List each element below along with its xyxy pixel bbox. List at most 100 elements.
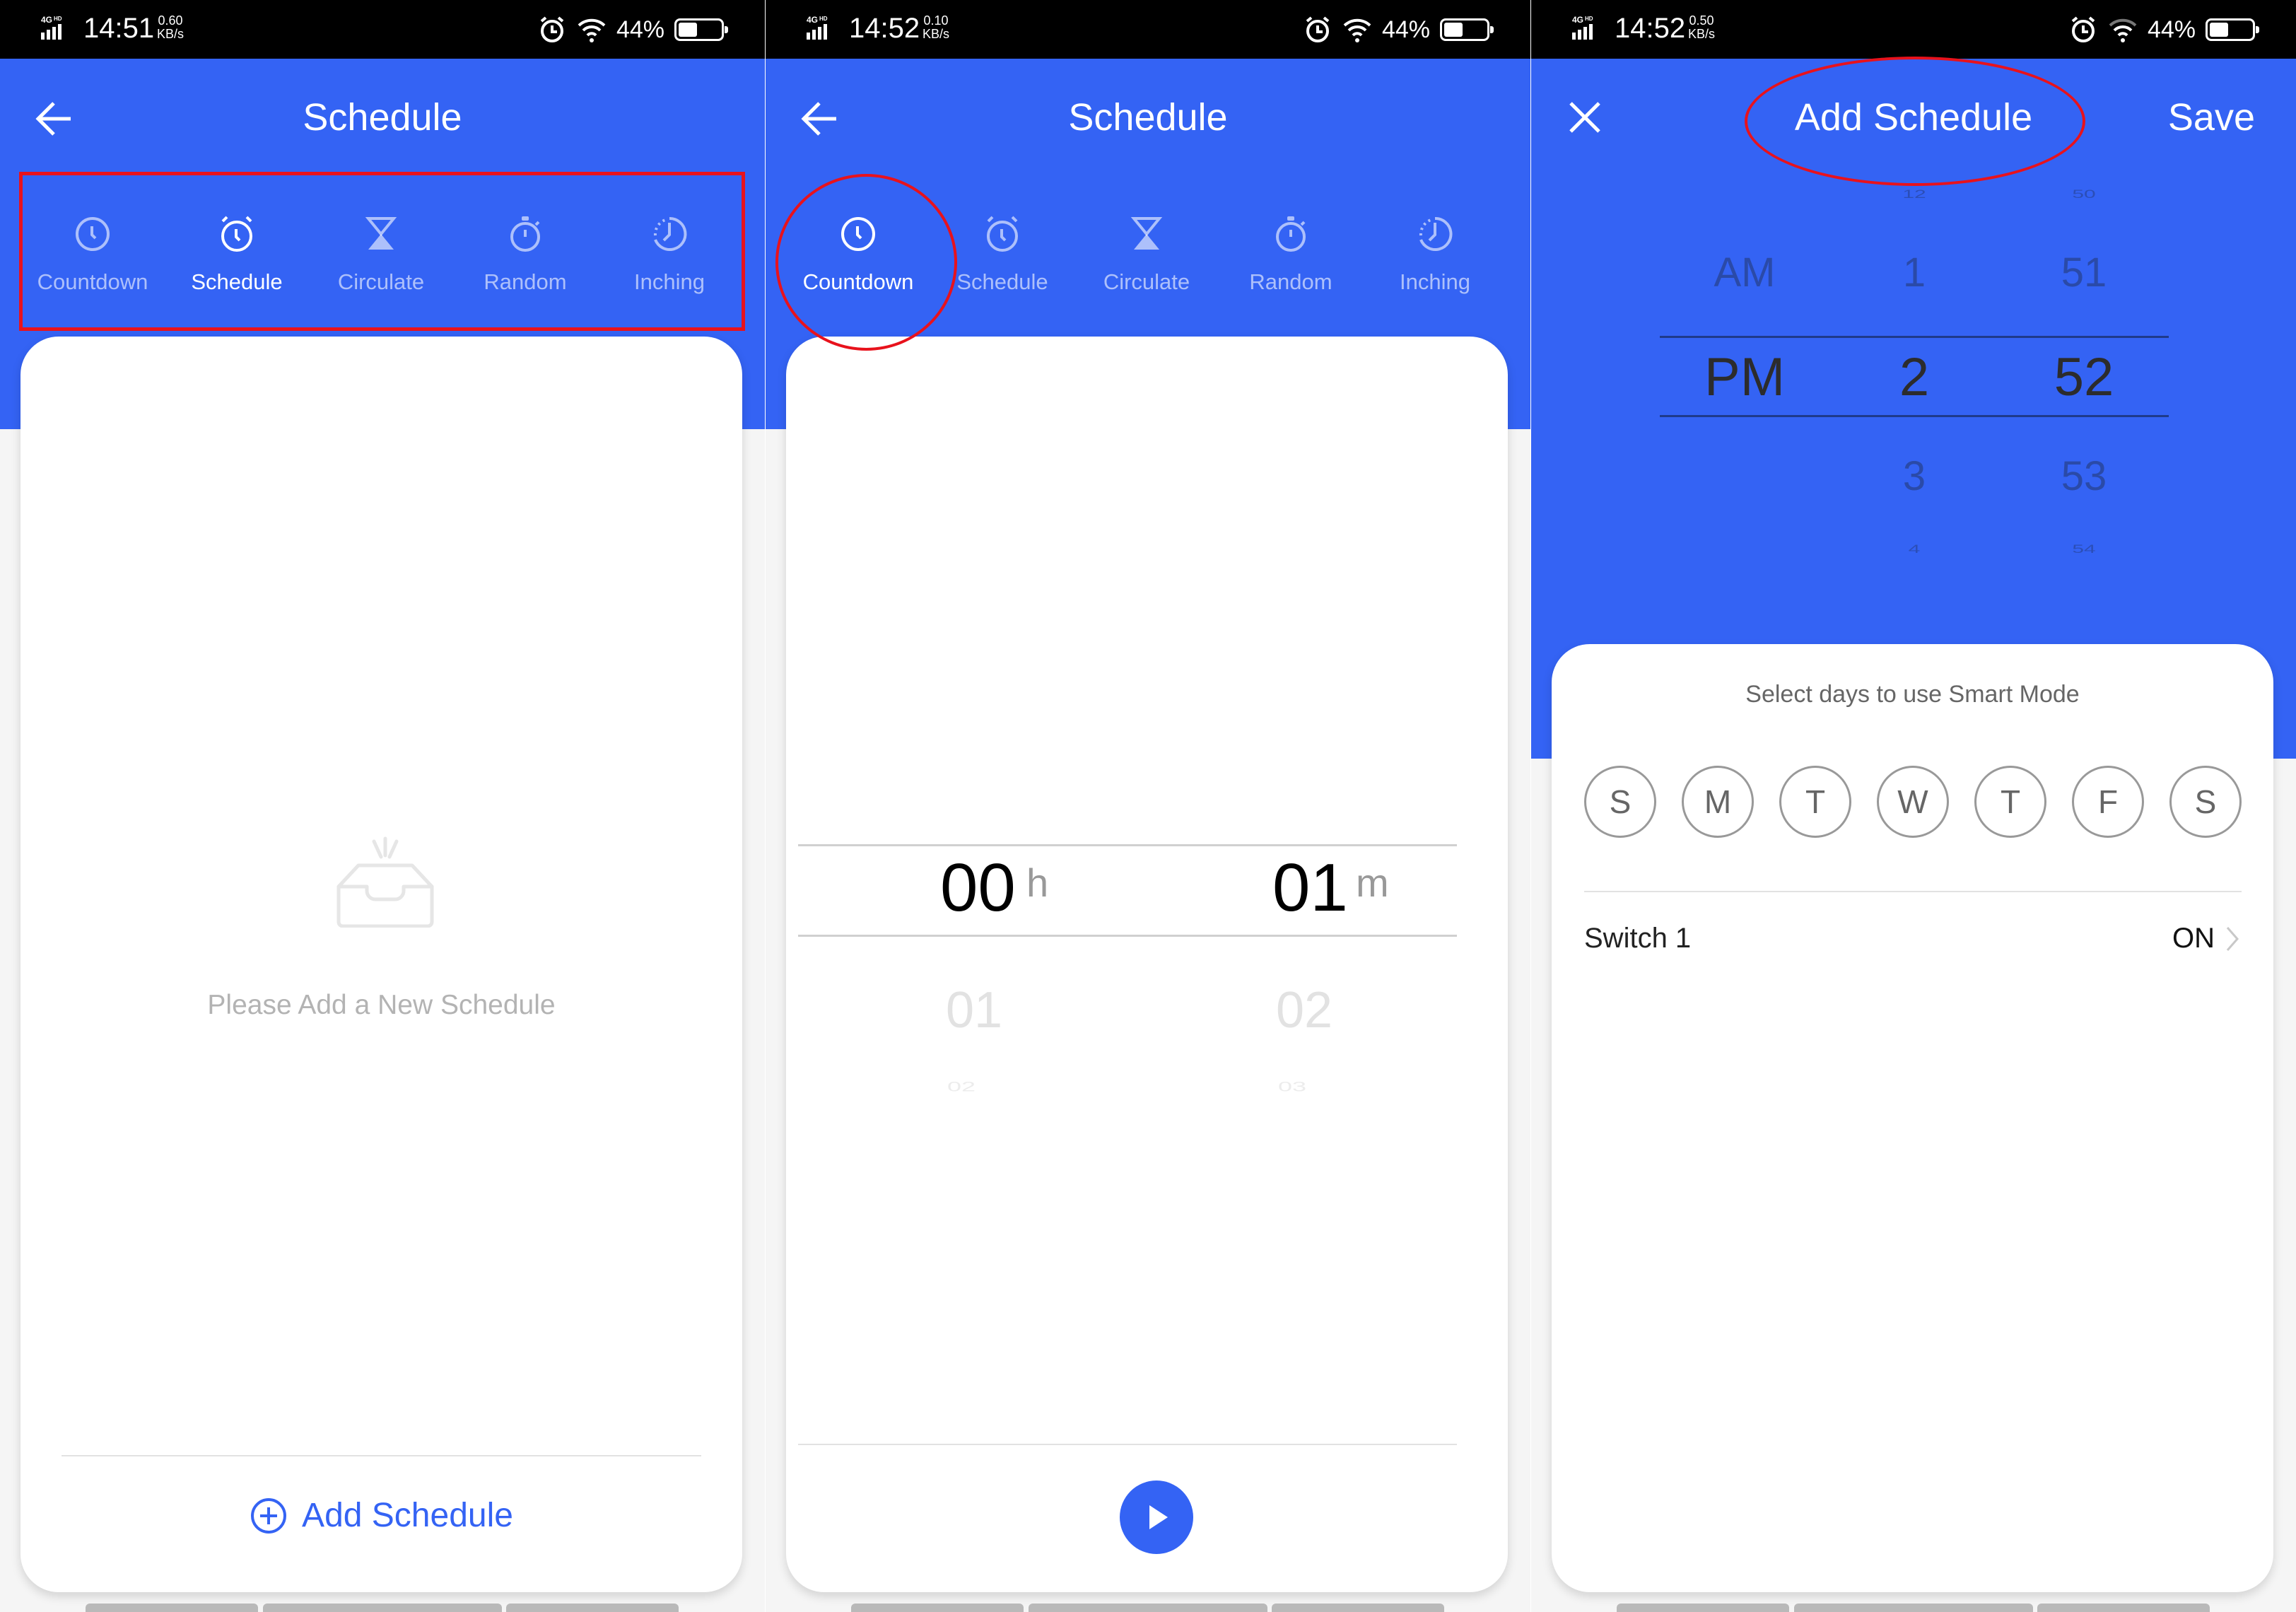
speed-value: 0.10 xyxy=(923,13,949,28)
signal-icon: 4G HD xyxy=(41,15,62,40)
page-title: Schedule xyxy=(303,96,462,139)
minute-next2: 54 xyxy=(2072,542,2096,556)
status-bar: 4G HD 14:52 0.50 KB/s 44% xyxy=(1531,0,2296,59)
empty-inbox-icon xyxy=(336,836,434,928)
status-right: 44% xyxy=(1303,13,1494,47)
minutes-selected: 01 xyxy=(1272,850,1348,925)
speed-value: 0.60 xyxy=(158,13,183,28)
hour-prev: 1 xyxy=(1902,250,1926,296)
status-bar: 4G HD 14:52 0.10 KB/s 44% xyxy=(766,0,1530,59)
speed-value: 0.50 xyxy=(1689,13,1714,28)
svg-text:HD: HD xyxy=(1585,16,1593,22)
add-schedule-button[interactable]: Add Schedule xyxy=(20,1496,742,1535)
battery-percent: 44% xyxy=(2147,16,2196,43)
card-divider xyxy=(798,1444,1457,1445)
day-sunday[interactable]: S xyxy=(1584,766,1656,838)
battery-icon xyxy=(674,18,728,41)
nav-bar-segment xyxy=(1617,1604,1789,1612)
day-monday[interactable]: M xyxy=(1682,766,1754,838)
battery-percent: 44% xyxy=(1381,16,1430,43)
speed-unit: KB/s xyxy=(157,27,184,41)
minute-next: 53 xyxy=(2061,453,2107,499)
battery-icon xyxy=(2206,18,2259,41)
tab-random[interactable]: Random xyxy=(1219,172,1363,331)
battery-fill xyxy=(2210,23,2228,37)
hours-unit: h xyxy=(1026,860,1049,905)
panel-countdown: 4G HD 14:52 0.10 KB/s 44% Schedule Countdo… xyxy=(766,0,1530,1612)
annotation-highlight-box xyxy=(19,172,745,331)
hour-selected: 2 xyxy=(1899,347,1930,407)
ampm-selected: PM xyxy=(1704,347,1785,407)
network-speed: 0.10 KB/s xyxy=(922,14,949,41)
alarm-icon xyxy=(540,16,564,42)
minutes-next: 02 xyxy=(1276,982,1333,1039)
status-time: 14:52 xyxy=(849,13,920,44)
switch-value: ON xyxy=(2172,923,2242,954)
card-divider xyxy=(1584,891,2242,892)
minute-prev2: 50 xyxy=(2072,187,2096,201)
schedule-list-card: Please Add a New Schedule Add Schedule xyxy=(20,337,742,1592)
empty-state-text: Please Add a New Schedule xyxy=(207,990,556,1020)
switch-label: Switch 1 xyxy=(1584,923,1692,954)
minute-selected: 52 xyxy=(2054,347,2114,407)
day-selector: S M T W T F S xyxy=(1584,766,2242,838)
hours-next2: 02 xyxy=(947,1078,976,1094)
signal-icon: 4G HD xyxy=(1572,15,1593,40)
svg-text:HD: HD xyxy=(819,16,828,22)
tab-label: Schedule xyxy=(956,269,1048,294)
nav-bar-segment xyxy=(851,1604,1024,1612)
schedule-options-card: Select days to use Smart Mode S M T W T … xyxy=(1552,644,2273,1592)
start-countdown-button[interactable] xyxy=(1120,1480,1193,1554)
day-saturday[interactable]: S xyxy=(2169,766,2242,838)
day-tuesday[interactable]: T xyxy=(1779,766,1851,838)
save-button[interactable]: Save xyxy=(2168,95,2255,139)
picker-bottom-line xyxy=(798,935,1457,937)
dotted-clock-icon xyxy=(1419,216,1453,251)
nav-bar-segment xyxy=(86,1604,258,1612)
add-schedule-label: Add Schedule xyxy=(302,1497,513,1534)
alarm-icon xyxy=(1306,16,1330,42)
hours-selected: 00 xyxy=(940,850,1016,925)
day-wednesday[interactable]: W xyxy=(1877,766,1949,838)
tab-label: Random xyxy=(1249,269,1332,294)
status-time: 14:52 xyxy=(1615,13,1686,44)
minutes-unit: m xyxy=(1356,860,1389,905)
tab-inching[interactable]: Inching xyxy=(1363,172,1507,331)
ampm-prev: AM xyxy=(1714,250,1776,296)
day-thursday[interactable]: T xyxy=(1974,766,2046,838)
tab-label: Inching xyxy=(1400,269,1470,294)
wifi-icon xyxy=(2109,18,2137,42)
alarm-icon xyxy=(2071,16,2095,42)
nav-bar-segment xyxy=(1029,1604,1267,1612)
hour-prev2: 12 xyxy=(1902,187,1926,201)
page-title: Schedule xyxy=(1068,96,1228,139)
countdown-card: 00 h 01 02 01 m 02 03 xyxy=(786,337,1508,1592)
battery-fill xyxy=(1444,23,1463,37)
battery-percent: 44% xyxy=(616,16,664,43)
hour-next: 3 xyxy=(1902,453,1926,499)
switch-1-row[interactable]: Switch 1 ON xyxy=(1584,923,2242,954)
tab-label: Circulate xyxy=(1103,269,1190,294)
picker-top-line xyxy=(1660,336,2169,338)
day-friday[interactable]: F xyxy=(2072,766,2144,838)
panel-add-schedule: 4G HD 14:52 0.50 KB/s 44% Add Schedule Sav… xyxy=(1531,0,2296,1612)
wifi-icon xyxy=(578,18,606,42)
minute-prev: 51 xyxy=(2061,250,2107,296)
svg-text:4G: 4G xyxy=(41,15,52,25)
hourglass-icon xyxy=(1130,217,1163,250)
plus-circle-icon xyxy=(251,1497,287,1534)
alarm-clock-icon xyxy=(987,216,1018,252)
nav-bar-segment xyxy=(263,1604,502,1612)
hours-next: 01 xyxy=(946,982,1003,1039)
battery-icon xyxy=(1440,18,1494,41)
status-right: 44% xyxy=(2068,13,2259,47)
tab-circulate[interactable]: Circulate xyxy=(1074,172,1219,331)
status-right: 44% xyxy=(537,13,728,47)
battery-fill xyxy=(679,23,697,37)
svg-text:HD: HD xyxy=(54,16,62,22)
card-divider xyxy=(62,1455,701,1456)
nav-bar-segment xyxy=(1794,1604,2033,1612)
network-speed: 0.50 KB/s xyxy=(1688,14,1715,41)
status-bar: 4G HD 14:51 0.60 KB/s 44% xyxy=(0,0,765,59)
nav-bar-segment xyxy=(506,1604,679,1612)
